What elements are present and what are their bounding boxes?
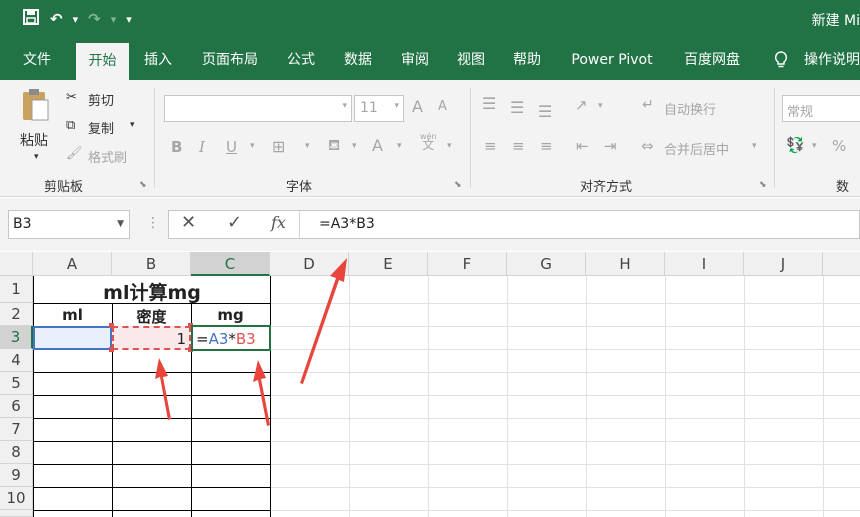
arrow-to-formula xyxy=(300,258,347,384)
annotation-arrows xyxy=(155,258,347,426)
arrow-to-c3 xyxy=(253,360,270,426)
arrow-to-b3 xyxy=(155,358,171,420)
